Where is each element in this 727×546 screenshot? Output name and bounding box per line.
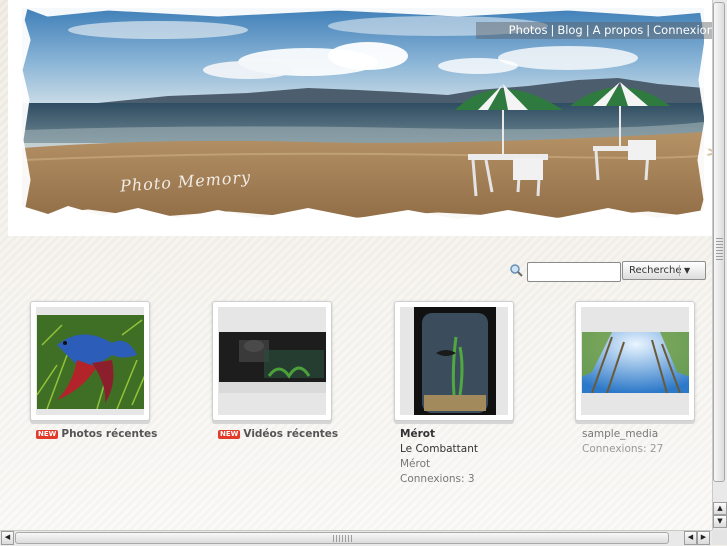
card-title[interactable]: Vidéos récentes — [243, 428, 338, 440]
top-nav: Photos | Blog | A propos | Connexion — [476, 22, 712, 39]
page-viewport: Photo Memory Photos | Blog | A propos | Connex… — [0, 0, 712, 530]
card-thumb-frame — [218, 307, 326, 415]
fishbowl-thumbnail[interactable] — [414, 307, 496, 415]
nav-separator: | — [550, 23, 555, 37]
card-thumb-frame — [581, 307, 689, 415]
nav-separator: | — [646, 23, 651, 37]
magnifier-icon — [510, 264, 523, 277]
card-thumb-frame — [400, 307, 508, 415]
search-button-label: Recherche — [629, 265, 682, 276]
nav-link-blog[interactable]: Blog — [557, 22, 582, 39]
arrow-left-icon[interactable]: ◀ — [1, 531, 14, 545]
card-recent-videos-caption: NEW Vidéos récentes — [218, 427, 338, 442]
search-input[interactable] — [527, 262, 621, 282]
grip-icon — [716, 238, 723, 260]
new-badge: NEW — [36, 430, 59, 439]
new-badge: NEW — [218, 430, 241, 439]
card-album-sample-media[interactable] — [575, 301, 695, 421]
nav-separator: | — [585, 23, 590, 37]
card-thumb-frame — [36, 307, 144, 415]
card-album-merot-caption: Mérot Le Combattant Mérot Connexions: 3 — [400, 427, 478, 487]
arrow-down-icon[interactable]: ▼ — [713, 515, 727, 528]
card-recent-photos[interactable] — [30, 301, 150, 421]
nav-link-photos[interactable]: Photos — [509, 22, 548, 39]
search-button[interactable]: Recherche ▼ — [622, 261, 706, 280]
card-album-merot[interactable] — [394, 301, 514, 421]
card-recent-photos-caption: NEW Photos récentes — [36, 427, 157, 442]
betta-fish-thumbnail[interactable] — [37, 315, 144, 409]
album-name[interactable]: sample_media — [582, 427, 663, 442]
arrow-right-icon[interactable]: ▶ — [697, 531, 710, 545]
arrow-up-icon[interactable]: ▲ — [713, 502, 727, 515]
card-recent-videos[interactable] — [212, 301, 332, 421]
scrollbar-corner — [712, 530, 727, 545]
album-connections: Connexions: 27 — [582, 443, 664, 455]
album-name[interactable]: Mérot — [400, 427, 478, 442]
aquarium-video-thumbnail[interactable] — [219, 332, 326, 393]
button-divider — [679, 265, 680, 276]
album-subtitle: Le Combattant — [400, 443, 478, 455]
card-album-sample-media-caption: sample_media Connexions: 27 — [582, 427, 663, 457]
dropdown-arrow-icon[interactable]: ▼ — [684, 262, 690, 279]
nav-link-login[interactable]: Connexion — [653, 22, 712, 39]
card-title[interactable]: Photos récentes — [61, 428, 157, 440]
album-owner: Mérot — [400, 458, 431, 470]
nav-link-about[interactable]: A propos — [593, 22, 644, 39]
arrow-left-icon[interactable]: ◀ — [684, 531, 697, 545]
grip-icon — [333, 535, 353, 542]
forest-thumbnail[interactable] — [582, 332, 689, 393]
header-banner: Photo Memory Photos | Blog | A propos | Connex… — [8, 0, 712, 236]
album-connections: Connexions: 3 — [400, 473, 475, 485]
